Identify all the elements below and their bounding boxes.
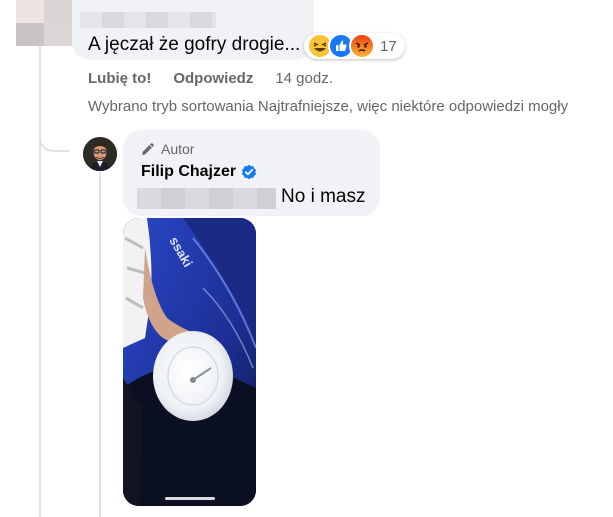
thread-line-reply bbox=[99, 172, 101, 517]
verified-icon bbox=[241, 164, 257, 180]
angry-icon bbox=[349, 33, 375, 59]
reply-button[interactable]: Odpowiedz bbox=[173, 70, 253, 87]
author-avatar[interactable] bbox=[83, 137, 117, 171]
commenter-avatar[interactable] bbox=[16, 0, 72, 46]
pencil-icon bbox=[140, 141, 156, 157]
thread-line-main bbox=[39, 46, 41, 517]
reaction-count: 17 bbox=[380, 37, 397, 55]
reply-author[interactable]: Filip Chajzer bbox=[141, 163, 257, 181]
blurred-mention bbox=[137, 188, 276, 209]
thread-line-branch bbox=[39, 120, 69, 152]
comment-timestamp[interactable]: 14 godz. bbox=[275, 70, 333, 87]
sorting-notice: Wybrano tryb sortowania Najtrafniejsze, … bbox=[88, 98, 569, 115]
media-indicator bbox=[165, 497, 215, 500]
comment-text: A jęczał że gofry drogie... bbox=[88, 34, 301, 55]
reactions-summary[interactable]: 17 bbox=[304, 33, 405, 59]
reply-image[interactable]: ssaki bbox=[123, 218, 256, 506]
reply-author-name[interactable]: Filip Chajzer bbox=[141, 163, 236, 181]
author-badge: Autor bbox=[140, 141, 194, 157]
comment-actions: Lubię to! Odpowiedz 14 godz. bbox=[88, 70, 333, 87]
like-button[interactable]: Lubię to! bbox=[88, 70, 151, 87]
blurred-commenter-name bbox=[80, 12, 216, 28]
reply-text: No i masz bbox=[281, 186, 366, 207]
author-badge-label: Autor bbox=[161, 141, 195, 157]
